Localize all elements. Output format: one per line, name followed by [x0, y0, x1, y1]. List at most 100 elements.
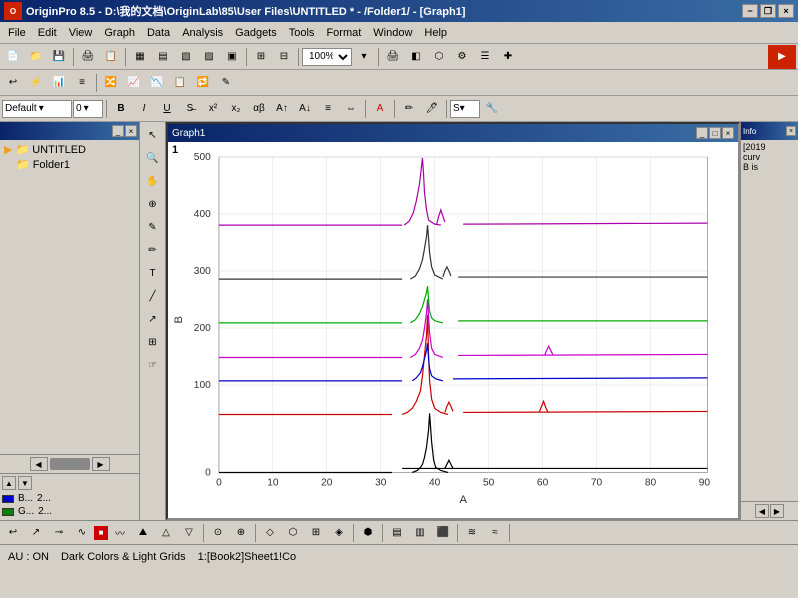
tb2-icon-1[interactable]: ↩ — [2, 72, 24, 94]
spacing-button[interactable]: ⇔ — [340, 98, 362, 120]
bt-icon-7[interactable]: △ — [155, 522, 177, 544]
tb2-icon-8[interactable]: 📋 — [169, 72, 191, 94]
bt-icon-11[interactable]: ◇ — [259, 522, 281, 544]
graph-area[interactable]: Graph1 _ □ × 1 — [166, 122, 740, 520]
tb2-icon-2[interactable]: ⚡ — [25, 72, 47, 94]
zoom-select[interactable]: 100% — [302, 48, 352, 66]
tree-scroll-right[interactable]: ▶ — [92, 457, 110, 471]
menu-item-view[interactable]: View — [63, 25, 99, 41]
underline-button[interactable]: U — [156, 98, 178, 120]
arrow-tool[interactable]: ↗ — [142, 308, 164, 330]
left-panel-close[interactable]: × — [125, 125, 137, 137]
tree-scrollbar[interactable] — [50, 458, 90, 470]
graph-content[interactable]: 1 — [168, 142, 738, 518]
open-button[interactable]: 📁 — [25, 46, 47, 68]
font-larger-button[interactable]: A↑ — [271, 98, 293, 120]
text-tool[interactable]: T — [142, 262, 164, 284]
menu-item-tools[interactable]: Tools — [283, 25, 321, 41]
zoom-tool[interactable]: 🔍 — [142, 147, 164, 169]
scale-tool[interactable]: ⊞ — [142, 331, 164, 353]
menu-item-graph[interactable]: Graph — [98, 25, 141, 41]
bt-icon-12[interactable]: ⬡ — [282, 522, 304, 544]
restore-button[interactable]: ❐ — [760, 4, 776, 18]
tb-icon-11[interactable]: ⚙ — [451, 46, 473, 68]
print-button[interactable]: 🖨 — [77, 46, 99, 68]
bt-icon-3[interactable]: ⊸ — [48, 522, 70, 544]
tb2-icon-5[interactable]: 🔀 — [100, 72, 122, 94]
superscript-button[interactable]: x² — [202, 98, 224, 120]
bt-icon-20[interactable]: ≈ — [484, 522, 506, 544]
tree-item-folder1[interactable]: 📁 Folder1 — [2, 157, 137, 172]
line-tool[interactable]: ╱ — [142, 285, 164, 307]
tb2-icon-9[interactable]: 🔁 — [192, 72, 214, 94]
pointer-tool[interactable]: ↖ — [142, 124, 164, 146]
tb-icon-5[interactable]: ▣ — [221, 46, 243, 68]
bt-icon-13[interactable]: ⊞ — [305, 522, 327, 544]
new-file-button[interactable]: 📄 — [2, 46, 24, 68]
save-button[interactable]: 💾 — [48, 46, 70, 68]
font-smaller-button[interactable]: A↓ — [294, 98, 316, 120]
tb-icon-4[interactable]: ▨ — [198, 46, 220, 68]
color-button[interactable]: A — [369, 98, 391, 120]
bt-icon-1[interactable]: ↩ — [2, 522, 24, 544]
tb2-icon-3[interactable]: 📊 — [48, 72, 70, 94]
tb-icon-9[interactable]: ◧ — [405, 46, 427, 68]
tb2-icon-7[interactable]: 📉 — [146, 72, 168, 94]
right-panel-close[interactable]: × — [786, 126, 796, 136]
tb-icon-14[interactable]: ▶ — [768, 45, 796, 69]
menu-item-gadgets[interactable]: Gadgets — [229, 25, 283, 41]
tb-icon-7[interactable]: ⊟ — [273, 46, 295, 68]
font-size-dropdown[interactable]: 0 ▾ — [73, 100, 103, 118]
bt-select-1[interactable]: ■ — [94, 526, 108, 540]
menu-item-help[interactable]: Help — [418, 25, 453, 41]
tb-icon-6[interactable]: ⊞ — [250, 46, 272, 68]
bt-icon-9[interactable]: ⊙ — [207, 522, 229, 544]
bt-icon-8[interactable]: ▽ — [178, 522, 200, 544]
menu-item-analysis[interactable]: Analysis — [176, 25, 229, 41]
menu-item-format[interactable]: Format — [320, 25, 367, 41]
menu-item-edit[interactable]: Edit — [32, 25, 63, 41]
close-button[interactable]: × — [778, 4, 794, 18]
draw-tool[interactable]: ✏ — [142, 239, 164, 261]
tb-icon-8[interactable]: 🖨 — [382, 46, 404, 68]
tree-item-untitled[interactable]: ▶ 📁 UNTITLED — [2, 142, 137, 157]
data-reader-tool[interactable]: ⊕ — [142, 193, 164, 215]
subscript-button[interactable]: x₂ — [225, 98, 247, 120]
graph-restore-btn[interactable]: □ — [709, 127, 721, 139]
tb2-icon-10[interactable]: ✎ — [215, 72, 237, 94]
tb2-icon-4[interactable]: ≡ — [71, 72, 93, 94]
bt-icon-5[interactable]: 〰 — [109, 522, 131, 544]
lower-scroll-dn[interactable]: ▼ — [18, 476, 32, 490]
right-scroll-left[interactable]: ◀ — [755, 504, 769, 518]
strikethrough-button[interactable]: S̶ — [179, 98, 201, 120]
lower-scroll-up[interactable]: ▲ — [2, 476, 16, 490]
font-dropdown[interactable]: Default ▾ — [2, 100, 72, 118]
tb-icon-2[interactable]: ▤ — [152, 46, 174, 68]
tb-icon-1[interactable]: ▦ — [129, 46, 151, 68]
bt-icon-10[interactable]: ⊕ — [230, 522, 252, 544]
bt-icon-18[interactable]: ⬛ — [432, 522, 454, 544]
fmt-icon-3[interactable]: 🔧 — [481, 98, 503, 120]
zoom-dropdown[interactable]: ▾ — [353, 46, 375, 68]
tb-icon-12[interactable]: ☰ — [474, 46, 496, 68]
graph-min-btn[interactable]: _ — [696, 127, 708, 139]
minimize-button[interactable]: − — [742, 4, 758, 18]
hand-tool[interactable]: ☞ — [142, 354, 164, 376]
bt-icon-17[interactable]: ▥ — [409, 522, 431, 544]
bt-icon-14[interactable]: ◈ — [328, 522, 350, 544]
tb2-icon-6[interactable]: 📈 — [123, 72, 145, 94]
align-left-button[interactable]: ≡ — [317, 98, 339, 120]
fmt-icon-1[interactable]: ✏ — [398, 98, 420, 120]
tb-icon-10[interactable]: ⬡ — [428, 46, 450, 68]
tb-icon-3[interactable]: ▧ — [175, 46, 197, 68]
menu-item-window[interactable]: Window — [367, 25, 418, 41]
fmt-icon-2[interactable]: 🖊 — [421, 98, 443, 120]
special-char-button[interactable]: αβ — [248, 98, 270, 120]
bt-icon-15[interactable]: ⬢ — [357, 522, 379, 544]
bt-icon-16[interactable]: ▤ — [386, 522, 408, 544]
pan-tool[interactable]: ✋ — [142, 170, 164, 192]
tree-scroll-left[interactable]: ◀ — [30, 457, 48, 471]
menu-item-file[interactable]: File — [2, 25, 32, 41]
titlebar-controls[interactable]: − ❐ × — [742, 4, 794, 18]
right-scroll-right[interactable]: ▶ — [770, 504, 784, 518]
